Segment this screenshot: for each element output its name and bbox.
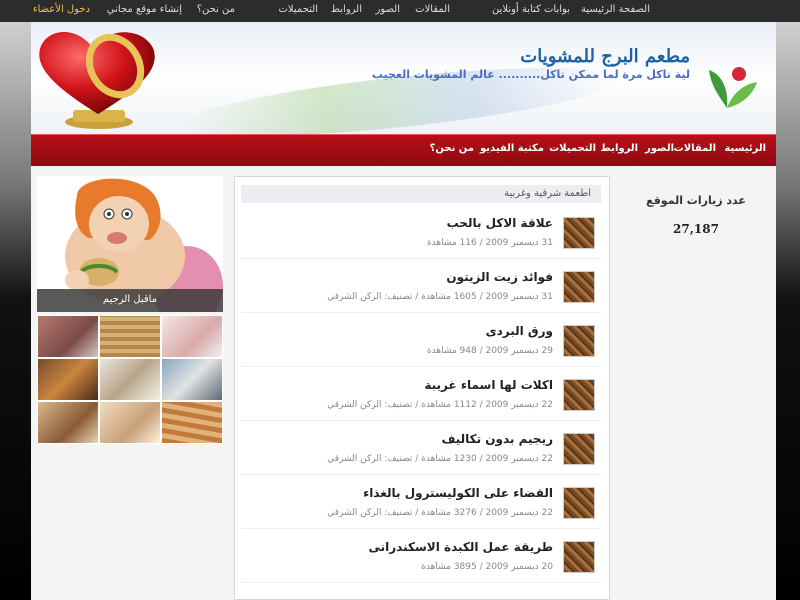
main-nav: الرئيسية المقالات الصور الروابط التحميلا… [31, 134, 776, 166]
article-thumbnail[interactable] [563, 433, 595, 465]
article-meta: 22 ديسمبر 2009 / 3276 مشاهدة / تصنيف: ال… [327, 508, 553, 518]
topbar-link-home[interactable]: الصفحة الرئيسية [581, 4, 650, 15]
article-meta: 20 ديسمبر 2009 / 3895 مشاهدة [421, 562, 553, 572]
main-content: اطعمة شرقية وغربية علاقة الاكل بالحب 31 … [234, 176, 610, 600]
nav-item-articles[interactable]: المقالات [674, 143, 716, 154]
article-title[interactable]: علاقة الاكل بالحب [447, 216, 553, 230]
nav-item-images[interactable]: الصور [645, 143, 674, 154]
article-item[interactable]: طريقة عمل الكبدة الاسكندرانى 20 ديسمبر 2… [241, 531, 601, 583]
article-title[interactable]: القضاء على الكوليسترول بالغذاء [363, 486, 553, 500]
topbar-link-portals[interactable]: بوابات كتابة أونلاين [492, 4, 570, 15]
page-container: مطعم البرج للمشويات لية تاكل مرة لما ممك… [31, 22, 776, 600]
visits-counter: 27,187 [673, 222, 719, 236]
heart-ring-icon [39, 32, 155, 129]
gallery-photo[interactable] [99, 315, 161, 358]
article-meta: 22 ديسمبر 2009 / 1230 مشاهدة / تصنيف: ال… [327, 454, 553, 464]
topbar-link-member-login[interactable]: دخول الأعضاء [33, 4, 90, 15]
cartoon-caption: ماقبل الرجيم [37, 289, 223, 312]
site-header: مطعم البرج للمشويات لية تاكل مرة لما ممك… [31, 22, 776, 134]
topbar-link-downloads[interactable]: التحميلات [279, 4, 318, 15]
article-thumbnail[interactable] [563, 217, 595, 249]
article-meta: 31 ديسمبر 2009 / 1605 مشاهدة / تصنيف: ال… [327, 292, 553, 302]
article-item[interactable]: ريجيم بدون تكاليف 22 ديسمبر 2009 / 1230 … [241, 423, 601, 475]
diet-cartoon-banner[interactable]: ماقبل الرجيم [37, 176, 223, 312]
gallery-photo[interactable] [161, 315, 223, 358]
topbar-link-images[interactable]: الصور [376, 4, 401, 15]
article-item[interactable]: فوائد زيت الزيتون 31 ديسمبر 2009 / 1605 … [241, 261, 601, 313]
article-item[interactable]: اكلات لها اسماء غريبة 22 ديسمبر 2009 / 1… [241, 369, 601, 421]
article-meta: 31 ديسمبر 2009 / 116 مشاهدة [426, 238, 553, 248]
article-title[interactable]: طريقة عمل الكبدة الاسكندرانى [368, 540, 553, 554]
category-tab[interactable]: اطعمة شرقية وغربية [241, 185, 601, 203]
nav-item-video-library[interactable]: مكتبة الفيديو [480, 143, 544, 154]
article-title[interactable]: ريجيم بدون تكاليف [441, 432, 553, 446]
gallery-photo[interactable] [99, 358, 161, 401]
gallery-photo[interactable] [37, 358, 99, 401]
article-title[interactable]: فوائد زيت الزيتون [446, 270, 553, 284]
gallery-photo[interactable] [161, 358, 223, 401]
article-title[interactable]: ورق البردى [486, 324, 553, 338]
article-item[interactable]: ورق البردى 29 ديسمبر 2009 / 948 مشاهدة [241, 315, 601, 367]
left-sidebar: ماقبل الرجيم [37, 176, 223, 446]
site-slogan: لية تاكل مرة لما ممكن تاكل.......... عال… [371, 68, 690, 81]
article-meta: 22 ديسمبر 2009 / 1112 مشاهدة / تصنيف: ال… [327, 400, 553, 410]
photo-gallery [37, 315, 223, 444]
nav-item-links[interactable]: الروابط [600, 143, 638, 154]
article-thumbnail[interactable] [563, 271, 595, 303]
right-sidebar: عدد زيارات الموقع 27,187 [621, 176, 771, 276]
article-item[interactable]: القضاء على الكوليسترول بالغذاء 22 ديسمبر… [241, 477, 601, 529]
nav-item-about[interactable]: من نحن؟ [430, 143, 474, 154]
visits-label: عدد زيارات الموقع [646, 194, 746, 207]
nav-item-downloads[interactable]: التحميلات [549, 143, 596, 154]
article-thumbnail[interactable] [563, 325, 595, 357]
article-thumbnail[interactable] [563, 379, 595, 411]
gallery-photo[interactable] [37, 315, 99, 358]
article-item[interactable]: علاقة الاكل بالحب 31 ديسمبر 2009 / 116 م… [241, 207, 601, 259]
article-title[interactable]: اكلات لها اسماء غريبة [424, 378, 553, 392]
article-thumbnail[interactable] [563, 487, 595, 519]
gallery-photo[interactable] [99, 401, 161, 444]
topbar-link-links[interactable]: الروابط [331, 4, 362, 15]
nav-item-home[interactable]: الرئيسية [724, 143, 766, 154]
gallery-photo[interactable] [37, 401, 99, 444]
topbar-link-create-site[interactable]: إنشاء موقع مجاني [107, 4, 182, 15]
site-title[interactable]: مطعم البرج للمشويات [520, 46, 690, 67]
topbar-link-articles[interactable]: المقالات [415, 4, 450, 15]
site-logo-icon [709, 67, 757, 108]
article-thumbnail[interactable] [563, 541, 595, 573]
top-bar: الصفحة الرئيسية بوابات كتابة أونلاين الم… [0, 0, 800, 22]
topbar-link-about[interactable]: من نحن؟ [197, 4, 235, 15]
article-meta: 29 ديسمبر 2009 / 948 مشاهدة [426, 346, 553, 356]
gallery-photo[interactable] [161, 401, 223, 444]
